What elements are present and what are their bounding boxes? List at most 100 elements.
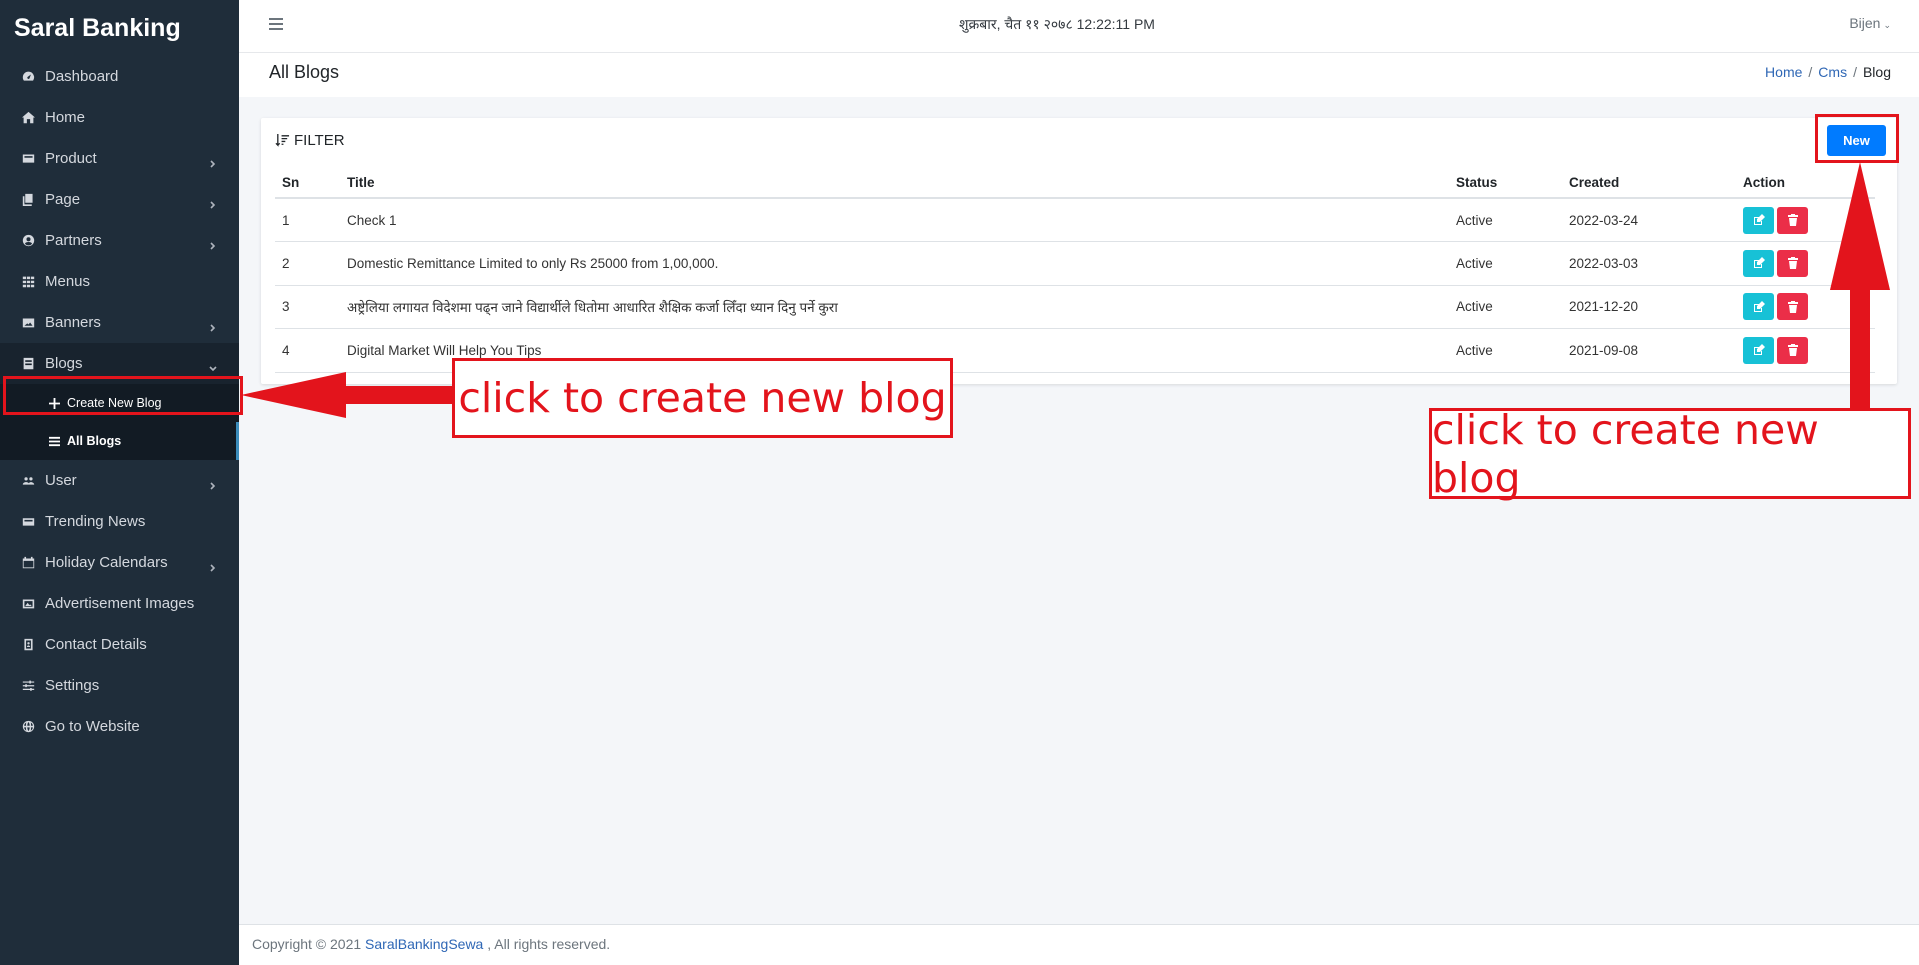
blogs-icon [20, 357, 36, 371]
chevron-right-icon [209, 477, 217, 490]
sidebar-item-label: Banners [45, 314, 101, 331]
sidebar-item-user[interactable]: User [0, 460, 239, 501]
edit-button[interactable] [1743, 336, 1774, 364]
cell-created: 2021-09-08 [1562, 328, 1736, 373]
settings-sliders-icon [20, 679, 36, 693]
breadcrumb-current: Blog [1862, 64, 1891, 80]
user-menu[interactable]: Bijen ⌄ [1849, 15, 1891, 31]
sidebar-nav-lower: User Trending News Holiday Calendars Adv… [0, 460, 239, 747]
chevron-right-icon [209, 196, 217, 209]
breadcrumb-separator: / [1808, 64, 1813, 80]
table-header-row: Sn Title Status Created Action [275, 168, 1875, 199]
cell-created: 2022-03-03 [1562, 241, 1736, 286]
delete-button[interactable] [1777, 249, 1808, 277]
cell-title: Domestic Remittance Limited to only Rs 2… [340, 241, 1449, 286]
table-row: 3 अष्ट्रेलिया लगायत विदेशमा पढ्न जाने वि… [275, 285, 1875, 329]
news-icon [20, 515, 36, 529]
grid-icon [20, 275, 36, 289]
contact-icon [20, 638, 36, 652]
chevron-right-icon [209, 319, 217, 332]
filter-toggle[interactable]: FILTER [275, 132, 345, 149]
trash-icon [1787, 300, 1798, 313]
annotation-callout-right: click to create new blog [1429, 406, 1911, 502]
column-header-sn: Sn [275, 168, 340, 199]
calendar-icon [20, 556, 36, 570]
sidebar-item-label: Product [45, 150, 97, 167]
sidebar-nav: Dashboard Home Product Page Partners Men… [0, 56, 239, 384]
sidebar-item-product[interactable]: Product [0, 138, 239, 179]
sidebar-item-dashboard[interactable]: Dashboard [0, 56, 239, 97]
chevron-right-icon [209, 237, 217, 250]
edit-icon [1753, 300, 1765, 312]
edit-icon [1753, 257, 1765, 269]
users-icon [20, 474, 36, 488]
user-name: Bijen [1849, 15, 1881, 31]
page-header: All Blogs Home / Cms / Blog [239, 53, 1919, 97]
table-row: 1 Check 1 Active 2022-03-24 [275, 198, 1875, 242]
annotation-highlight-new-button [1815, 114, 1899, 163]
sidebar-item-menus[interactable]: Menus [0, 261, 239, 302]
ad-image-icon [20, 597, 36, 611]
list-icon [48, 435, 60, 447]
image-icon [20, 316, 36, 330]
sidebar-item-label: Dashboard [45, 68, 119, 85]
blogs-card: FILTER New Sn Title Status Created Actio… [261, 118, 1897, 384]
chevron-down-icon [209, 360, 217, 371]
sidebar-item-label: User [45, 472, 77, 489]
sidebar-item-label: Go to Website [45, 718, 140, 735]
breadcrumb-separator: / [1853, 64, 1857, 80]
blogs-table: Sn Title Status Created Action 1 Check 1… [275, 168, 1875, 373]
chevron-right-icon [209, 559, 217, 572]
edit-button[interactable] [1743, 206, 1774, 234]
sidebar-item-advertisement-images[interactable]: Advertisement Images [0, 583, 239, 624]
trash-icon [1787, 344, 1798, 357]
sidebar-subitem-all-blogs[interactable]: All Blogs [0, 422, 239, 460]
page-icon [20, 193, 36, 207]
hamburger-menu-icon[interactable] [269, 18, 283, 30]
delete-button[interactable] [1777, 336, 1808, 364]
cell-status: Active [1449, 241, 1562, 286]
delete-button[interactable] [1777, 293, 1808, 321]
breadcrumb-cms[interactable]: Cms [1818, 64, 1847, 80]
sidebar-item-label: Trending News [45, 513, 146, 530]
delete-button[interactable] [1777, 206, 1808, 234]
sidebar-item-page[interactable]: Page [0, 179, 239, 220]
breadcrumb-home[interactable]: Home [1765, 64, 1802, 80]
brand-logo-text[interactable]: Saral Banking [0, 0, 239, 56]
sidebar-item-trending-news[interactable]: Trending News [0, 501, 239, 542]
cell-sn: 4 [275, 328, 340, 373]
trash-icon [1787, 257, 1798, 270]
footer: Copyright © 2021 SaralBankingSewa , All … [239, 924, 1919, 965]
sidebar-item-partners[interactable]: Partners [0, 220, 239, 261]
partners-icon [20, 234, 36, 248]
column-header-created: Created [1562, 168, 1736, 199]
sidebar-item-contact-details[interactable]: Contact Details [0, 624, 239, 665]
cell-created: 2021-12-20 [1562, 285, 1736, 329]
sidebar-item-holiday-calendars[interactable]: Holiday Calendars [0, 542, 239, 583]
edit-icon [1753, 344, 1765, 356]
sidebar-item-label: Home [45, 109, 86, 126]
sidebar-item-label: Page [45, 191, 81, 208]
product-icon [20, 152, 36, 166]
edit-button[interactable] [1743, 249, 1774, 277]
sidebar-item-banners[interactable]: Banners [0, 302, 239, 343]
sidebar-item-settings[interactable]: Settings [0, 665, 239, 706]
sidebar-item-label: Contact Details [45, 636, 147, 653]
footer-copyright-suffix: , All rights reserved. [483, 936, 611, 952]
table-row: 2 Domestic Remittance Limited to only Rs… [275, 241, 1875, 286]
edit-icon [1753, 214, 1765, 225]
edit-button[interactable] [1743, 293, 1774, 321]
sort-filter-icon [275, 133, 290, 147]
annotation-arrow-up [1830, 162, 1890, 410]
sidebar-item-label: Holiday Calendars [45, 554, 168, 571]
footer-site-link[interactable]: SaralBankingSewa [365, 936, 483, 952]
home-icon [20, 111, 36, 125]
sidebar-item-label: Blogs [45, 355, 83, 372]
sidebar-item-home[interactable]: Home [0, 97, 239, 138]
sidebar-subitem-label: All Blogs [67, 434, 122, 448]
trash-icon [1787, 214, 1798, 226]
cell-created: 2022-03-24 [1562, 198, 1736, 242]
sidebar-item-go-to-website[interactable]: Go to Website [0, 706, 239, 747]
sidebar: Saral Banking Dashboard Home Product Pag… [0, 0, 243, 965]
caret-down-icon: ⌄ [1883, 20, 1891, 30]
